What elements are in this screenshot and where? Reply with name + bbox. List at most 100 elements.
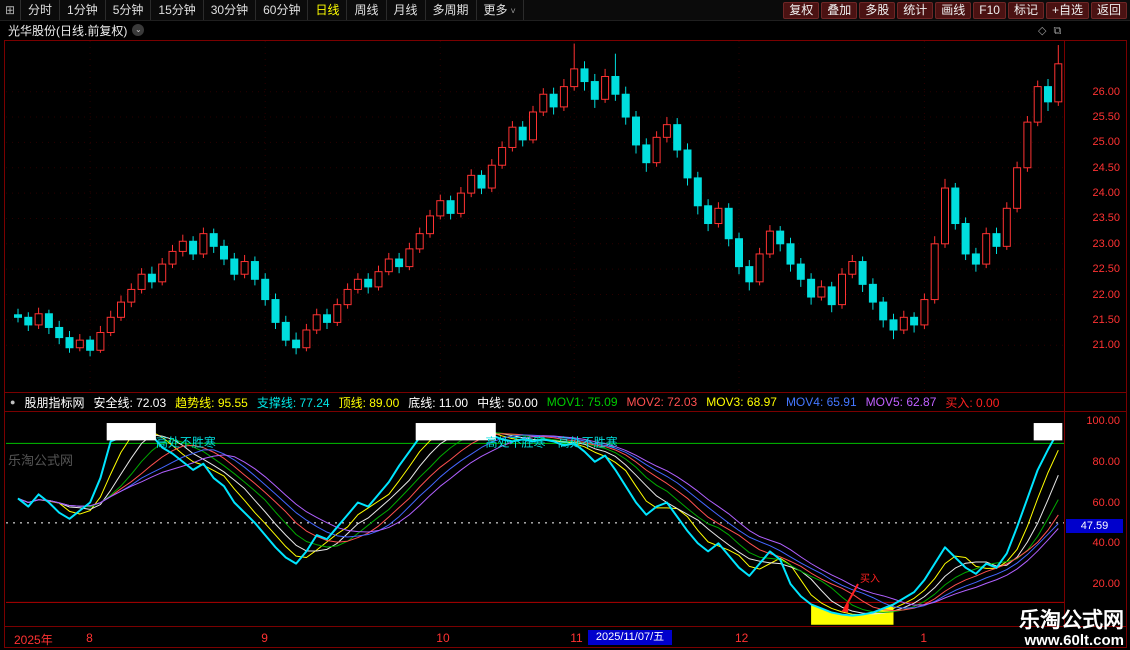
candle-body xyxy=(756,254,763,282)
candle-body xyxy=(777,231,784,244)
tab-5min[interactable]: 5分钟 xyxy=(106,0,152,20)
candle-body xyxy=(128,289,135,302)
candle-body xyxy=(705,206,712,224)
candle-body xyxy=(375,272,382,287)
overbought-band xyxy=(107,423,156,440)
candle-body xyxy=(633,117,640,145)
candle-body xyxy=(1003,208,1010,246)
candle-body xyxy=(684,150,691,178)
candle-body xyxy=(952,188,959,223)
candle-body xyxy=(478,175,485,188)
drawline-button[interactable]: 画线 xyxy=(935,2,971,19)
indicator-header: ● 股朋指标网 安全线: 72.03 趋势线: 95.55 支撑线: 77.24… xyxy=(5,392,1126,412)
candle-body xyxy=(499,147,506,165)
candle-body xyxy=(972,254,979,264)
candle-body xyxy=(509,127,516,147)
indicator-tick-label: 60.00 xyxy=(1068,497,1120,509)
top-toolbar: ⊞ 分时 1分钟 5分钟 15分钟 30分钟 60分钟 日线 周线 月线 多周期… xyxy=(0,0,1130,21)
tab-fenshi[interactable]: 分时 xyxy=(21,0,60,20)
candle-body xyxy=(25,317,32,325)
candle-body xyxy=(272,300,279,323)
year-label: 2025年 xyxy=(14,631,53,648)
candle-body xyxy=(519,127,526,140)
tab-monthly[interactable]: 月线 xyxy=(387,0,426,20)
oscillator-line xyxy=(18,429,1058,615)
candle-body xyxy=(663,125,670,138)
month-label[interactable]: 10 xyxy=(436,631,449,645)
axis-separator xyxy=(1064,41,1065,626)
candle-body xyxy=(859,262,866,285)
tab-daily[interactable]: 日线 xyxy=(308,0,347,20)
month-label[interactable]: 9 xyxy=(261,631,268,645)
mov-line xyxy=(18,435,1058,608)
candle-body xyxy=(76,340,83,348)
window-icon[interactable]: ⊞ xyxy=(0,0,21,20)
candle-body xyxy=(190,241,197,254)
date-axis[interactable]: 2025年 2025/11/07/五 891011121 xyxy=(5,626,1126,647)
candle-body xyxy=(179,241,186,251)
candle-body xyxy=(1024,122,1031,168)
field-mov5: MOV5: 62.87 xyxy=(866,395,937,409)
candle-body xyxy=(251,262,258,280)
indicator-name[interactable]: 股朋指标网 xyxy=(24,394,84,411)
candle-body xyxy=(849,262,856,275)
chart-corner-icons: ◇⧉ xyxy=(1038,24,1068,38)
candle-body xyxy=(715,208,722,223)
candle-body xyxy=(911,317,918,325)
indicator-chart[interactable]: 高处不胜寒高处不胜寒高处不胜寒买入 xyxy=(6,412,1064,626)
indicator-badge-icon[interactable]: ● xyxy=(10,397,15,407)
tab-60min[interactable]: 60分钟 xyxy=(256,0,308,20)
tab-more[interactable]: 更多˅ xyxy=(477,0,524,20)
candle-body xyxy=(66,338,73,348)
tab-multiperiod[interactable]: 多周期 xyxy=(426,0,477,20)
candle-body xyxy=(591,82,598,100)
candle-body xyxy=(787,244,794,264)
candle-body xyxy=(653,137,660,162)
candle-body xyxy=(808,279,815,297)
month-label[interactable]: 8 xyxy=(86,631,93,645)
overlay-button[interactable]: 叠加 xyxy=(821,2,857,19)
main-candlestick-chart[interactable] xyxy=(6,41,1064,392)
tab-1min[interactable]: 1分钟 xyxy=(60,0,106,20)
field-buy: 买入: 0.00 xyxy=(945,394,999,411)
chevron-down-icon: ˅ xyxy=(511,6,516,16)
panel-watermark: 乐淘公式网 xyxy=(8,450,73,469)
restore-rights-button[interactable]: 复权 xyxy=(783,2,819,19)
candle-body xyxy=(118,302,125,317)
candle-body xyxy=(231,259,238,274)
stats-button[interactable]: 统计 xyxy=(897,2,933,19)
candle-body xyxy=(931,244,938,300)
indicator-tick-label: 80.00 xyxy=(1068,456,1120,468)
field-dingxian: 顶线: 89.00 xyxy=(339,394,400,411)
candle-body xyxy=(282,322,289,340)
candle-body xyxy=(674,125,681,150)
candle-body xyxy=(354,279,361,289)
candle-body xyxy=(1034,87,1041,122)
page-icon[interactable]: ⧉ xyxy=(1053,25,1068,37)
candle-body xyxy=(612,76,619,94)
tab-weekly[interactable]: 周线 xyxy=(347,0,386,20)
field-zhongxian: 中线: 50.00 xyxy=(477,394,538,411)
field-anquanxian: 安全线: 72.03 xyxy=(93,394,166,411)
site-watermark-name: 乐淘公式网 xyxy=(1019,610,1124,633)
candle-body xyxy=(344,289,351,304)
mark-button[interactable]: 标记 xyxy=(1008,2,1044,19)
candle-body xyxy=(1014,168,1021,209)
tab-30min[interactable]: 30分钟 xyxy=(204,0,256,20)
diamond-icon[interactable]: ◇ xyxy=(1038,25,1053,37)
overbought-annotation: 高处不胜寒 xyxy=(558,434,618,449)
tab-15min[interactable]: 15分钟 xyxy=(151,0,203,20)
candle-body xyxy=(200,234,207,254)
candle-body xyxy=(725,208,732,238)
title-dropdown-icon[interactable]: ⌄ xyxy=(132,24,144,36)
month-label[interactable]: 12 xyxy=(735,631,748,645)
candle-body xyxy=(602,76,609,99)
f10-button[interactable]: F10 xyxy=(973,2,1006,19)
indicator-tick-label: 40.00 xyxy=(1068,537,1120,549)
month-label[interactable]: 11 xyxy=(570,631,582,645)
month-label[interactable]: 1 xyxy=(920,631,927,645)
candle-body xyxy=(427,216,434,234)
candle-body xyxy=(766,231,773,254)
multistock-button[interactable]: 多股 xyxy=(859,2,895,19)
candle-body xyxy=(396,259,403,267)
